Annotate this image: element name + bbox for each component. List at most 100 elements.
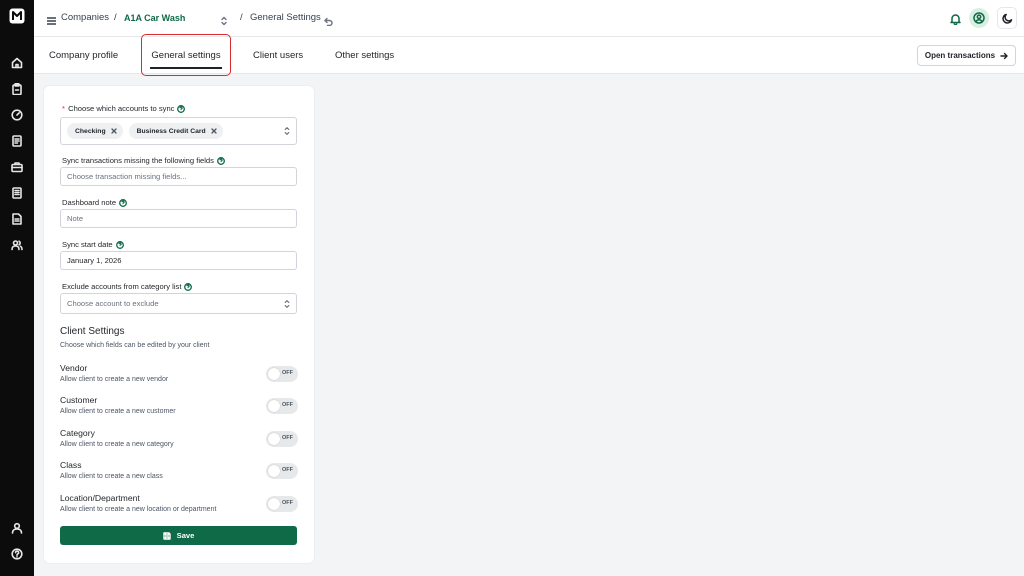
tab-client-users[interactable]: Client users (253, 37, 303, 74)
briefcase-icon[interactable] (9, 159, 25, 175)
help-icon[interactable] (115, 240, 124, 249)
tab-company-profile[interactable]: Company profile (49, 37, 118, 74)
help-icon[interactable] (184, 282, 193, 291)
home-icon[interactable] (9, 55, 25, 71)
moon-icon (1001, 13, 1012, 24)
document-icon[interactable] (9, 133, 25, 149)
location-department-toggle-switch[interactable]: OFF (266, 496, 298, 512)
missing-fields-label: Sync transactions missing the following … (62, 156, 225, 165)
toggle-knob (268, 400, 280, 412)
toggle-description: Allow client to create a new category (60, 441, 174, 448)
accounts-label: * Choose which accounts to sync (62, 104, 186, 113)
chevron-up-down-icon (284, 127, 290, 136)
dashboard-note-label: Dashboard note (62, 198, 127, 207)
help-icon[interactable] (177, 104, 186, 113)
save-button[interactable]: Save (60, 526, 297, 545)
toggle-state: OFF (282, 370, 293, 376)
toggle-state: OFF (282, 500, 293, 506)
undo-icon[interactable] (324, 13, 333, 27)
required-mark: * (62, 104, 65, 113)
gauge-icon[interactable] (9, 107, 25, 123)
toggle-row-class: Class Allow client to create a new class… (60, 460, 298, 486)
chip-label: Business Credit Card (136, 127, 206, 135)
missing-fields-placeholder: Choose transaction missing fields... (67, 172, 187, 181)
remove-chip-icon[interactable] (211, 128, 217, 134)
tab-bar: Company profile General settings Client … (34, 34, 1024, 76)
dashboard-note-input[interactable]: Note (60, 209, 297, 228)
toggle-title: Category (60, 428, 95, 438)
customer-toggle-switch[interactable]: OFF (266, 398, 298, 414)
exclude-accounts-placeholder: Choose account to exclude (67, 299, 159, 308)
toggle-title: Location/Department (60, 493, 140, 503)
vendor-toggle-switch[interactable]: OFF (266, 366, 298, 382)
open-transactions-button[interactable]: Open transactions (917, 45, 1016, 66)
breadcrumb-separator: / (114, 12, 117, 23)
toggle-description: Allow client to create a new vendor (60, 376, 169, 383)
accounts-multiselect[interactable]: Checking Business Credit Card (60, 117, 297, 145)
exclude-accounts-label: Exclude accounts from category list (62, 282, 193, 291)
users-icon[interactable] (9, 237, 25, 253)
file-text-icon[interactable] (9, 211, 25, 227)
exclude-accounts-select[interactable]: Choose account to exclude (60, 293, 297, 314)
ledger-icon[interactable] (9, 185, 25, 201)
category-toggle-switch[interactable]: OFF (266, 431, 298, 447)
tab-other-settings[interactable]: Other settings (335, 37, 394, 74)
clipboard-icon[interactable] (9, 81, 25, 97)
missing-fields-label-text: Sync transactions missing the following … (62, 156, 214, 165)
user-circle-icon (973, 12, 985, 24)
toggle-row-category: Category Allow client to create a new ca… (60, 428, 298, 454)
toggle-description: Allow client to create a new location or… (60, 506, 217, 513)
arrow-right-icon (1000, 52, 1008, 59)
chevron-up-down-icon (284, 299, 290, 308)
missing-fields-select[interactable]: Choose transaction missing fields... (60, 167, 297, 186)
breadcrumb-current-page: General Settings (250, 12, 321, 23)
client-settings-subtitle: Choose which fields can be edited by you… (60, 342, 210, 349)
account-chip-business-credit-card: Business Credit Card (128, 123, 223, 139)
bell-icon[interactable] (950, 12, 961, 26)
toggle-description: Allow client to create a new class (60, 473, 163, 480)
breadcrumb-companies[interactable]: Companies (61, 12, 109, 24)
account-chip-checking: Checking (67, 123, 123, 139)
sync-start-date-input[interactable]: January 1, 2026 (60, 251, 297, 270)
toggle-knob (268, 498, 280, 510)
tab-general-settings[interactable]: General settings (141, 34, 231, 76)
sync-start-date-value: January 1, 2026 (67, 256, 122, 265)
toggle-title: Customer (60, 395, 98, 405)
breadcrumb-company[interactable]: A1A Car Wash (124, 12, 185, 24)
save-icon (162, 531, 171, 540)
sidebar (0, 0, 34, 576)
menu-icon[interactable] (47, 13, 56, 25)
help-icon[interactable] (217, 156, 225, 165)
user-icon[interactable] (9, 520, 25, 536)
account-avatar-button[interactable] (969, 8, 989, 28)
chevron-up-down-icon[interactable] (220, 13, 228, 26)
sync-start-date-label: Sync start date (62, 240, 124, 249)
toggle-row-customer: Customer Allow client to create a new cu… (60, 395, 298, 421)
remove-chip-icon[interactable] (110, 128, 117, 134)
toggle-knob (268, 433, 280, 445)
toggle-row-vendor: Vendor Allow client to create a new vend… (60, 363, 298, 389)
open-transactions-label: Open transactions (924, 51, 996, 60)
toggle-title: Vendor (60, 363, 88, 373)
toggle-state: OFF (282, 467, 293, 473)
brand-logo-icon[interactable] (9, 8, 25, 24)
theme-toggle-button[interactable] (997, 7, 1017, 29)
chip-label: Checking (75, 127, 106, 135)
class-toggle-switch[interactable]: OFF (266, 463, 298, 479)
save-label: Save (176, 531, 195, 540)
breadcrumb-separator: / (240, 12, 243, 23)
toggle-state: OFF (282, 402, 293, 408)
exclude-accounts-label-text: Exclude accounts from category list (62, 282, 182, 291)
dashboard-note-placeholder: Note (67, 214, 84, 223)
help-icon[interactable] (119, 198, 127, 207)
help-circle-icon[interactable] (9, 546, 25, 562)
toggle-row-location-department: Location/Department Allow client to crea… (60, 493, 298, 519)
toggle-title: Class (60, 460, 82, 470)
top-bar: Companies / A1A Car Wash / General Setti… (34, 0, 1024, 37)
dashboard-note-label-text: Dashboard note (62, 198, 117, 207)
toggle-description: Allow client to create a new customer (60, 408, 176, 415)
toggle-state: OFF (282, 435, 293, 441)
client-settings-title: Client Settings (60, 326, 125, 337)
sync-start-date-label-text: Sync start date (62, 240, 113, 249)
accounts-label-text: Choose which accounts to sync (68, 104, 175, 113)
